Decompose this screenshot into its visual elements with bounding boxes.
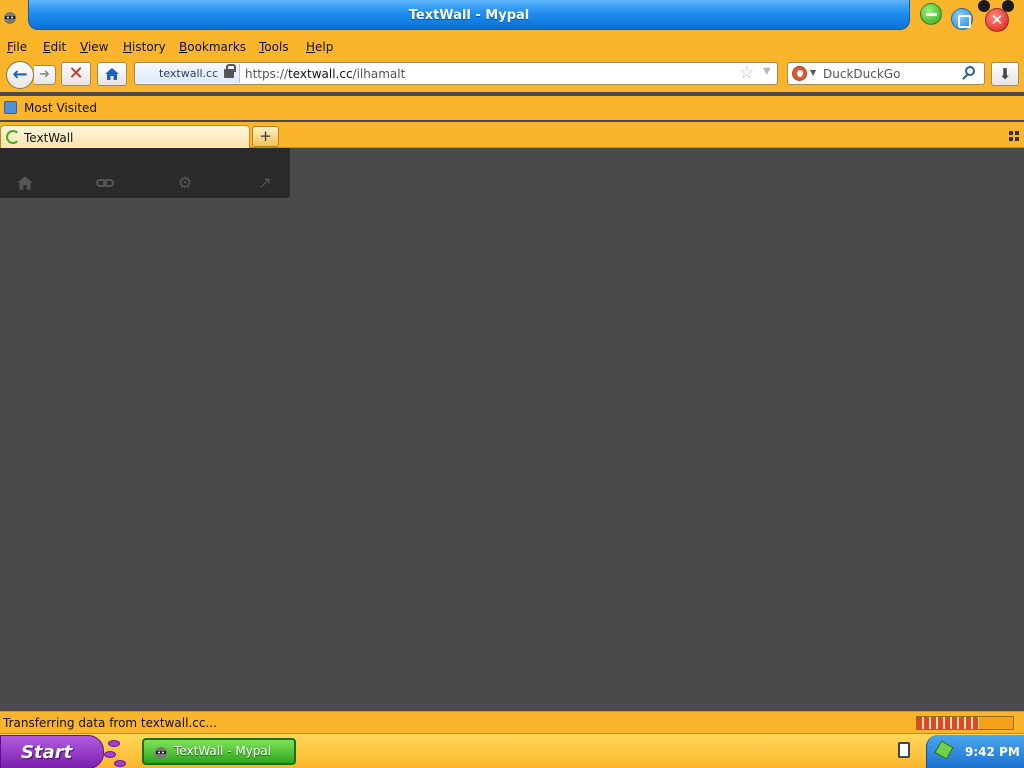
site-identity[interactable]: textwall.cc: [136, 64, 240, 83]
lock-icon: [224, 64, 236, 78]
forward-button[interactable]: ➜: [34, 65, 56, 85]
url-text[interactable]: https://textwall.cc/ilhamalt: [245, 67, 405, 81]
site-identity-label: textwall.cc: [159, 67, 219, 80]
link-icon[interactable]: [96, 174, 114, 192]
window-title: TextWall - Mypal: [408, 8, 530, 23]
progress-fill: [917, 717, 980, 729]
start-label: Start: [21, 742, 73, 763]
home-button[interactable]: [97, 62, 127, 86]
settings-gear-icon[interactable]: ⚙: [176, 174, 194, 192]
tab-label: TextWall: [24, 131, 74, 145]
page-content: ⚙ ↗: [0, 148, 1024, 711]
taskbar-item-mypal[interactable]: TextWall - Mypal: [142, 738, 296, 765]
tab-strip: TextWall +: [0, 122, 1024, 149]
stop-icon: ✕: [68, 63, 84, 84]
start-decoration: [114, 760, 126, 767]
menu-file[interactable]: File: [7, 40, 27, 54]
raccoon-app-icon: [155, 747, 167, 759]
page-home-icon[interactable]: [16, 174, 34, 192]
search-bar[interactable]: ▼ DuckDuckGo: [787, 62, 985, 85]
search-icon[interactable]: [965, 66, 975, 76]
search-input[interactable]: DuckDuckGo: [823, 67, 900, 81]
menu-bookmarks[interactable]: Bookmarks: [179, 40, 246, 54]
progress-remaining: [979, 717, 1013, 729]
maximize-button[interactable]: [951, 8, 973, 30]
back-button[interactable]: ←: [6, 61, 34, 89]
bookmarks-bar: Most Visited: [0, 96, 1024, 120]
download-icon: ⬇: [998, 65, 1012, 83]
close-button[interactable]: ✕: [985, 8, 1009, 32]
progress-bar: [916, 716, 1014, 730]
url-bar[interactable]: textwall.cc https://textwall.cc/ilhamalt…: [134, 62, 778, 85]
raccoon-app-icon[interactable]: [3, 10, 17, 24]
stop-button[interactable]: ✕: [61, 62, 91, 86]
start-decoration: [108, 740, 120, 747]
external-arrow-icon[interactable]: ↗: [256, 174, 274, 192]
download-button[interactable]: ⬇: [991, 62, 1019, 86]
new-tab-button[interactable]: +: [252, 126, 279, 147]
start-decoration: [104, 751, 116, 758]
star-icon[interactable]: ☆: [739, 63, 754, 83]
search-engine-dropdown-icon[interactable]: ▼: [810, 68, 816, 77]
title-pill: TextWall - Mypal: [28, 0, 910, 30]
loading-throbber-icon: [6, 130, 20, 144]
menu-tools[interactable]: Tools: [259, 40, 289, 54]
system-tray: 9:42 PM: [926, 735, 1024, 768]
new-tab-icon: +: [259, 127, 272, 145]
menu-bar: File Edit View History Bookmarks Tools H…: [0, 36, 1024, 58]
network-tray-icon[interactable]: [934, 740, 954, 760]
duckduckgo-icon[interactable]: [792, 66, 807, 81]
minimize-button[interactable]: [920, 3, 942, 25]
tab-groups-icon[interactable]: [1009, 131, 1019, 141]
status-bar: Transferring data from textwall.cc...: [0, 711, 1024, 733]
page-toolbar: ⚙ ↗: [0, 148, 290, 198]
taskbar: Start TextWall - Mypal 9:42 PM: [0, 733, 1024, 768]
back-arrow-icon: ←: [12, 64, 28, 85]
title-bar: TextWall - Mypal ✕: [0, 0, 1024, 36]
bookmark-label: Most Visited: [24, 101, 98, 115]
most-visited-icon: [4, 101, 17, 114]
home-icon: [105, 68, 119, 80]
tab-textwall[interactable]: TextWall: [0, 125, 250, 149]
menu-edit[interactable]: Edit: [43, 40, 66, 54]
clock[interactable]: 9:42 PM: [965, 745, 1020, 759]
menu-history[interactable]: History: [123, 40, 166, 54]
menu-help[interactable]: Help: [306, 40, 333, 54]
menu-view[interactable]: View: [80, 40, 108, 54]
dropdown-icon[interactable]: ▼: [763, 66, 771, 77]
status-text: Transferring data from textwall.cc...: [3, 716, 217, 730]
forward-arrow-icon: ➜: [39, 67, 50, 82]
start-button[interactable]: Start: [0, 735, 104, 768]
taskbar-item-label: TextWall - Mypal: [174, 744, 272, 758]
printer-tray-icon[interactable]: [898, 742, 910, 758]
